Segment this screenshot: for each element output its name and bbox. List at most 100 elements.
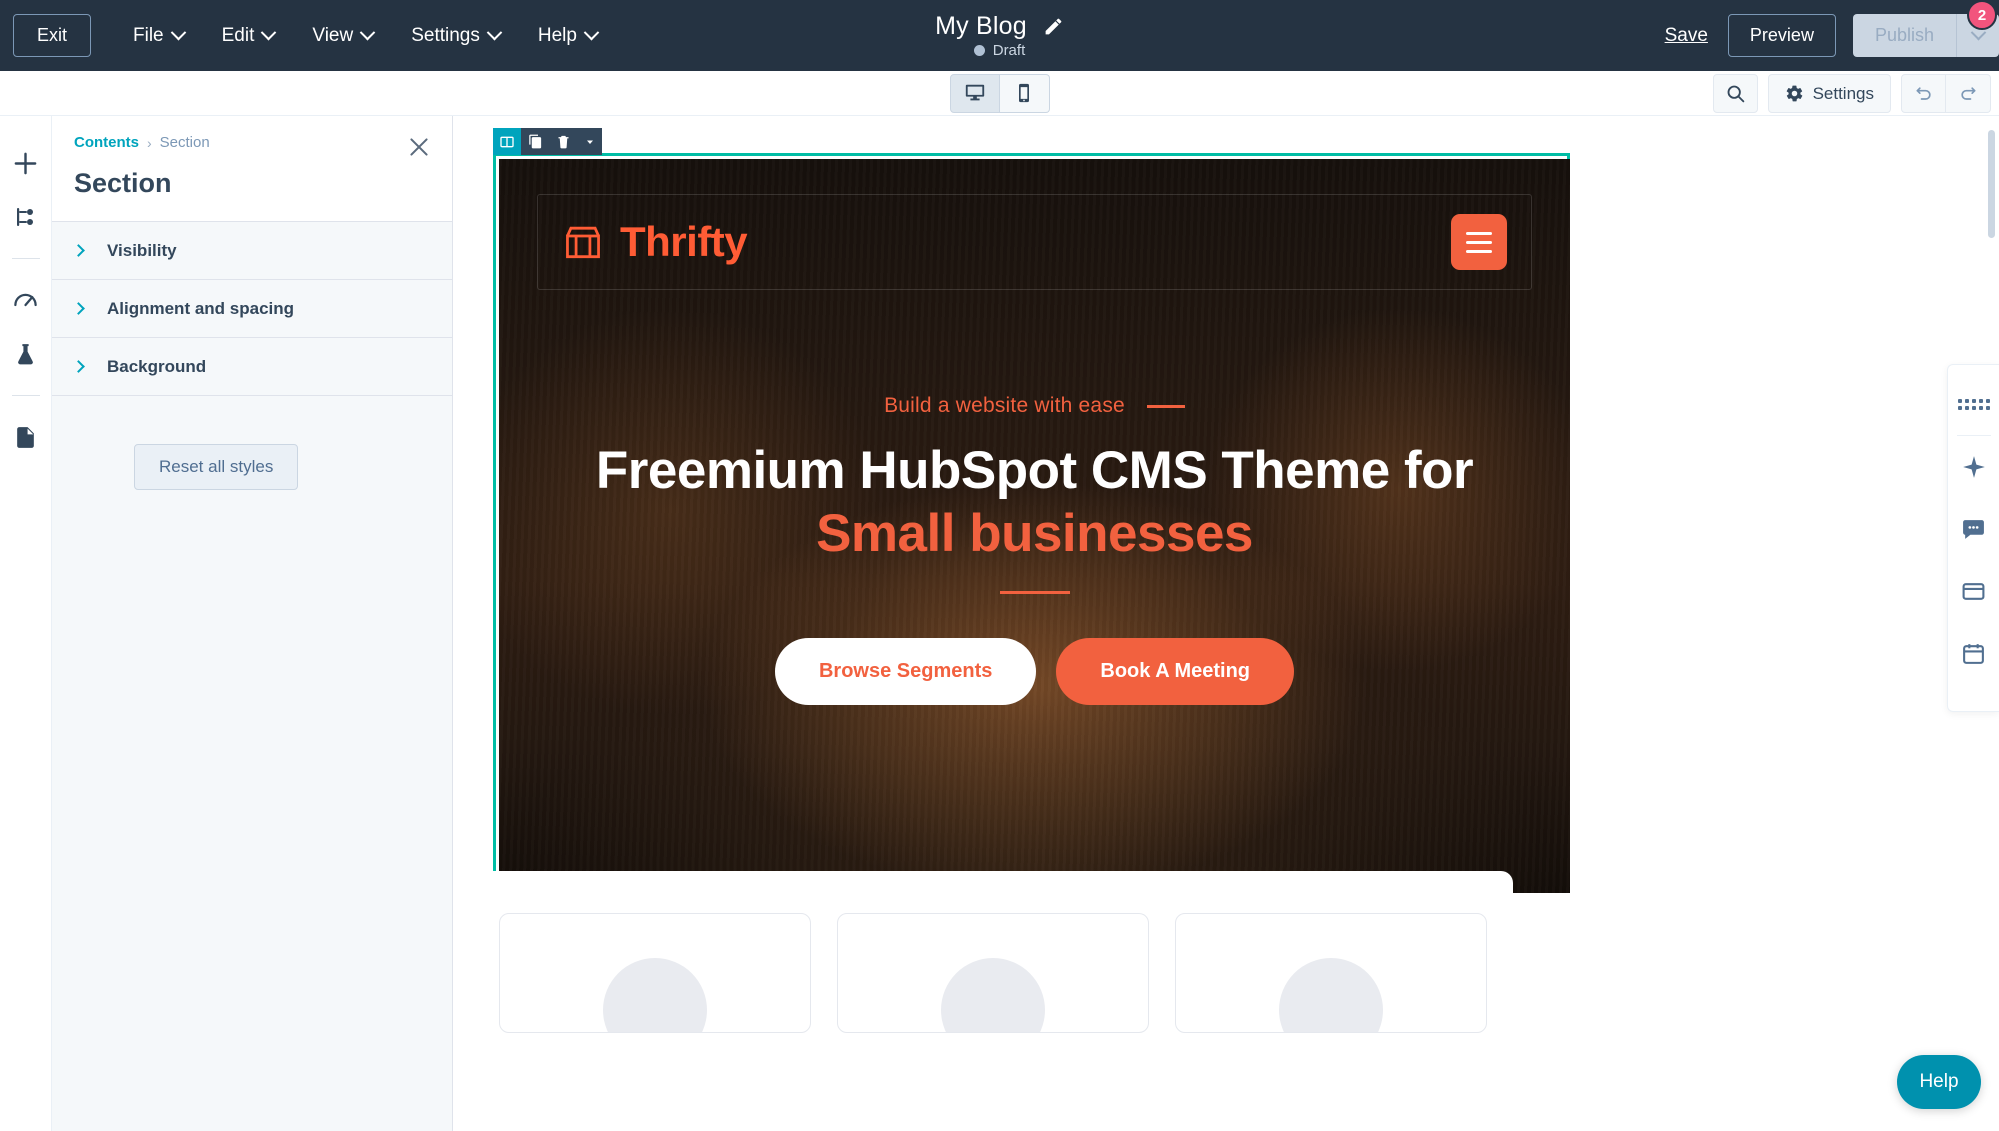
gear-icon [1786,85,1802,102]
accordion-alignment-and-spacing[interactable]: Alignment and spacing [52,280,452,338]
accordion-background[interactable]: Background [52,338,452,396]
help-button[interactable]: Help [1897,1055,1981,1109]
sparkle-icon [1962,456,1985,478]
feature-card[interactable] [1175,913,1487,1033]
exit-button[interactable]: Exit [13,14,91,57]
trash-icon [558,135,568,149]
menu-file-label: File [133,24,164,46]
section-clone-button[interactable] [521,128,549,155]
rail-item-optimize[interactable] [0,273,52,327]
rail-item-ab-test[interactable] [0,327,52,381]
save-button[interactable]: Save [1665,25,1708,47]
chevron-down-icon [359,24,376,41]
rail-item-add[interactable] [0,136,52,190]
section-more-button[interactable] [577,128,602,155]
chevron-down-icon [261,24,277,41]
site-header: Thrifty [537,194,1532,290]
undo-button[interactable] [1901,74,1946,113]
hero-cta-group: Browse Segments Book A Meeting [499,638,1570,706]
selected-section-frame[interactable]: Thrifty Build a website with ease Freemi… [493,153,1570,893]
reset-styles-wrap: Reset all styles [52,396,452,490]
hero-heading-line1: Freemium HubSpot CMS Theme for [595,441,1474,500]
publish-button[interactable]: Publish [1852,14,1956,57]
feature-card-image-placeholder [1279,958,1383,1032]
menu-edit[interactable]: Edit [203,15,294,57]
redo-button[interactable] [1946,74,1991,113]
plus-icon [14,152,37,174]
accordion-alignment-label: Alignment and spacing [107,298,295,318]
chevron-down-icon [486,24,503,41]
accordion-background-label: Background [107,356,207,376]
hero-eyebrow: Build a website with ease [884,394,1125,417]
status-badge: Draft [992,42,1026,59]
calendar-icon [1963,643,1984,664]
document-icon [17,426,34,448]
right-tool-rail [1947,364,1999,712]
features-band [473,871,1513,1033]
feature-cards-row [473,871,1513,1033]
close-icon[interactable] [406,134,432,160]
breadcrumb-current: Section [159,134,210,151]
chevron-right-icon [72,302,85,315]
left-icon-rail [0,116,52,1131]
menu-help-label: Help [537,24,577,46]
hero-section[interactable]: Thrifty Build a website with ease Freemi… [499,159,1570,893]
section-layout-button[interactable] [493,128,521,155]
book-a-meeting-button[interactable]: Book A Meeting [1056,638,1295,706]
rail-item-apps-grid[interactable] [1948,373,1999,435]
chat-bubble-icon [1963,519,1984,539]
chevron-down-icon [170,24,186,41]
speedometer-icon [14,293,37,306]
rail-item-contents-tree[interactable] [0,190,52,244]
device-preview-toggle [949,73,1050,113]
accordion-visibility-label: Visibility [107,240,177,260]
device-mobile-button[interactable] [999,73,1050,113]
feature-card[interactable] [499,913,811,1033]
site-brand[interactable]: Thrifty [562,218,748,266]
reset-all-styles-button[interactable]: Reset all styles [134,444,299,490]
chevron-right-icon [72,360,85,373]
top-bar-actions: Save Preview Publish [1665,0,1999,71]
hero-eyebrow-row: Build a website with ease [499,394,1570,418]
section-delete-button[interactable] [549,128,577,155]
settings-button[interactable]: Settings [1767,74,1891,113]
accordion-visibility[interactable]: Visibility [52,222,452,280]
device-desktop-button[interactable] [949,73,1000,113]
preview-button[interactable]: Preview [1727,14,1836,57]
menu-view[interactable]: View [293,15,392,57]
brand-name: Thrifty [620,218,748,265]
rail-divider [11,258,40,259]
search-button[interactable] [1712,74,1758,113]
chevron-right-icon [72,244,85,257]
rail-item-chat[interactable] [1948,498,1999,560]
hero-divider [999,591,1070,595]
rail-divider [11,395,40,396]
rail-item-inbox[interactable] [1948,560,1999,622]
canvas-scrollbar-thumb[interactable] [1988,130,1995,238]
tree-structure-icon [16,208,33,226]
inbox-icon [1962,582,1985,600]
feature-card[interactable] [837,913,1149,1033]
panel-header: Contents › Section Section [52,116,452,222]
menu-help[interactable]: Help [519,15,616,57]
notification-badge[interactable]: 2 [1967,0,1997,30]
breadcrumb: Contents › Section [74,134,430,151]
caret-down-icon [586,140,593,144]
rail-item-page-details[interactable] [0,410,52,464]
menu-edit-label: Edit [221,24,255,46]
menu-settings[interactable]: Settings [392,15,519,57]
pencil-icon[interactable] [1043,16,1064,37]
hamburger-icon[interactable] [1451,214,1507,270]
section-floating-toolbar [493,128,602,155]
settings-button-label: Settings [1812,83,1874,103]
breadcrumb-contents-link[interactable]: Contents [74,134,139,151]
layout-columns-icon [500,136,514,147]
page-canvas: Thrifty Build a website with ease Freemi… [453,116,1999,1131]
rail-item-meetings[interactable] [1948,622,1999,684]
browse-segments-button[interactable]: Browse Segments [774,638,1037,706]
page-title: My Blog [935,12,1027,40]
menu-file[interactable]: File [114,15,203,57]
secondary-toolbar: Settings [0,71,1999,116]
rail-item-ai-assistant[interactable] [1948,436,1999,498]
hero-heading-line2: Small businesses [816,503,1253,563]
